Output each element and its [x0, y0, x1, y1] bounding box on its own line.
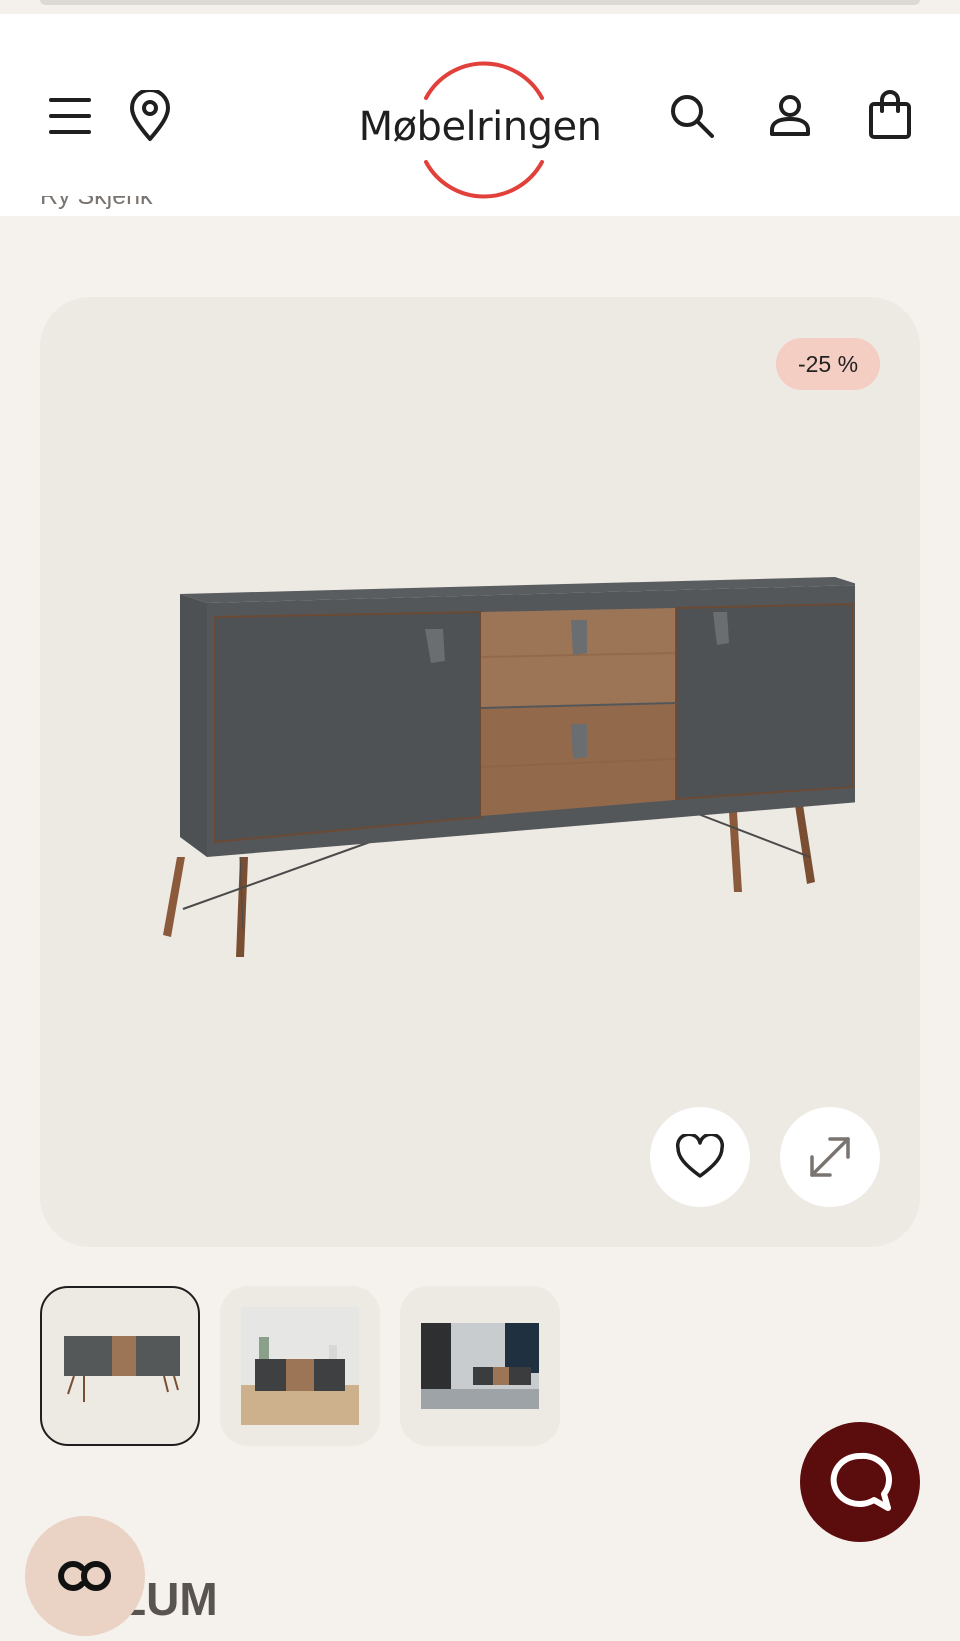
fullscreen-button[interactable] — [780, 1107, 880, 1207]
thumbnail-image — [421, 1323, 539, 1409]
product-image — [163, 577, 855, 957]
expand-icon — [810, 1137, 850, 1177]
thumbnail-image — [241, 1307, 359, 1425]
logo-text: Møbelringen — [358, 104, 602, 150]
menu-button[interactable] — [40, 86, 100, 146]
shopping-bag-icon — [869, 90, 911, 139]
co-logo-icon — [58, 1561, 111, 1591]
store-locator-button[interactable] — [120, 84, 180, 148]
co-button[interactable] — [25, 1516, 145, 1636]
user-icon — [770, 95, 810, 136]
thumbnail-1[interactable] — [40, 1286, 200, 1446]
breadcrumb[interactable]: Ry Skjenk — [40, 196, 153, 222]
wishlist-button[interactable] — [650, 1107, 750, 1207]
product-image-card[interactable]: -25 % — [40, 297, 920, 1247]
site-header: Møbelringen — [0, 14, 960, 216]
chat-button[interactable] — [800, 1422, 920, 1542]
thumbnail-image — [64, 1336, 180, 1402]
discount-badge: -25 % — [776, 338, 880, 390]
menu-icon — [49, 98, 91, 134]
search-button[interactable] — [660, 84, 724, 148]
chat-bubble-icon — [830, 1452, 892, 1511]
thumbnail-2[interactable] — [220, 1286, 380, 1446]
cart-button[interactable] — [858, 80, 922, 148]
location-pin-icon — [130, 90, 170, 141]
thumbnail-3[interactable] — [400, 1286, 560, 1446]
account-button[interactable] — [758, 84, 822, 148]
heart-icon — [675, 1134, 725, 1178]
search-icon — [671, 95, 714, 138]
breadcrumb-text: Ry Skjenk — [40, 196, 153, 210]
top-strip — [0, 0, 960, 14]
site-logo[interactable]: Møbelringen — [340, 54, 620, 204]
browser-bar — [40, 0, 920, 5]
